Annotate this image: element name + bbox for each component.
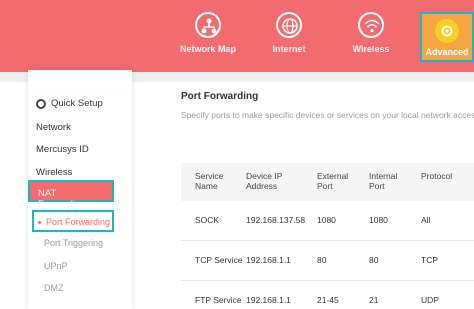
table-header: Service Name Device IP Address External … <box>181 163 474 201</box>
sidebar-subitem-port-triggering[interactable]: Port Triggering <box>44 238 103 248</box>
page-description: Specify ports to make specific devices o… <box>181 110 474 120</box>
cell-device-ip: 192.168.1.1 <box>246 255 291 265</box>
cell-external-port: 80 <box>317 255 327 265</box>
sidebar-item-network[interactable]: Network <box>36 122 71 133</box>
cell-external-port: 21-45 <box>317 295 339 305</box>
active-dot-icon <box>38 221 41 225</box>
nav-wireless-label: Wireless <box>352 44 390 54</box>
cell-internal-port: 80 <box>369 255 379 265</box>
sidebar-item-label: Quick Setup <box>51 98 103 109</box>
cell-device-ip: 192.168.1.1 <box>246 295 291 305</box>
sidebar-subitem-label: Port Forwarding <box>46 217 111 227</box>
table-row[interactable]: TCP Service 192.168.1.1 80 80 TCP <box>181 241 474 281</box>
nav-advanced[interactable]: Advanced <box>420 12 474 62</box>
sidebar-subitem-dmz[interactable]: DMZ <box>44 283 64 293</box>
top-navigation-bar: Network Map Internet Wireless Advanced <box>0 0 474 72</box>
cell-external-port: 1080 <box>317 215 336 225</box>
nav-wireless[interactable]: Wireless <box>335 10 407 54</box>
nav-internet[interactable]: Internet <box>253 10 325 54</box>
cell-protocol: All <box>421 215 431 225</box>
nav-network-map[interactable]: Network Map <box>172 10 244 54</box>
sidebar-item-wireless[interactable]: Wireless <box>36 167 72 178</box>
cell-service-name: SOCK <box>195 215 220 225</box>
sidebar-item-mercusys-id[interactable]: Mercusys ID <box>36 144 89 155</box>
column-header-protocol: Protocol <box>421 171 453 181</box>
gear-icon <box>435 19 459 43</box>
column-header-device-ip: Device IP Address <box>246 171 283 191</box>
sidebar-subitem-upnp[interactable]: UPnP <box>44 261 68 271</box>
cell-internal-port: 1080 <box>369 215 388 225</box>
nav-network-map-label: Network Map <box>179 44 236 54</box>
wifi-icon <box>358 12 384 38</box>
gear-icon <box>36 98 46 109</box>
cell-internal-port: 21 <box>369 295 379 305</box>
cell-device-ip: 192.168.137.58 <box>246 215 306 225</box>
table-row[interactable]: SOCK 192.168.137.58 1080 1080 All <box>181 201 474 241</box>
cell-service-name: FTP Service <box>195 295 242 305</box>
column-header-external-port: External Port <box>317 171 349 191</box>
network-map-icon <box>195 12 221 38</box>
column-header-internal-port: Internal Port <box>369 171 398 191</box>
page-title: Port Forwarding <box>181 91 259 102</box>
cell-protocol: UDP <box>421 295 439 305</box>
cell-protocol: TCP <box>421 255 438 265</box>
sidebar-item-quick-setup[interactable]: Quick Setup <box>36 98 103 109</box>
globe-icon <box>276 12 302 38</box>
cell-service-name: TCP Service <box>195 255 243 265</box>
nav-internet-label: Internet <box>272 44 306 54</box>
sidebar-subitem-port-forwarding[interactable]: Port Forwarding <box>32 210 114 232</box>
sidebar: Quick Setup Network Mercusys ID Wireless… <box>28 70 132 309</box>
column-header-service-name: Service Name <box>195 171 224 191</box>
nav-advanced-label: Advanced <box>425 47 469 57</box>
sidebar-item-nat-forwarding[interactable]: NAT Forwarding <box>28 180 114 210</box>
table-row[interactable]: FTP Service 192.168.1.1 21-45 21 UDP <box>181 281 474 309</box>
